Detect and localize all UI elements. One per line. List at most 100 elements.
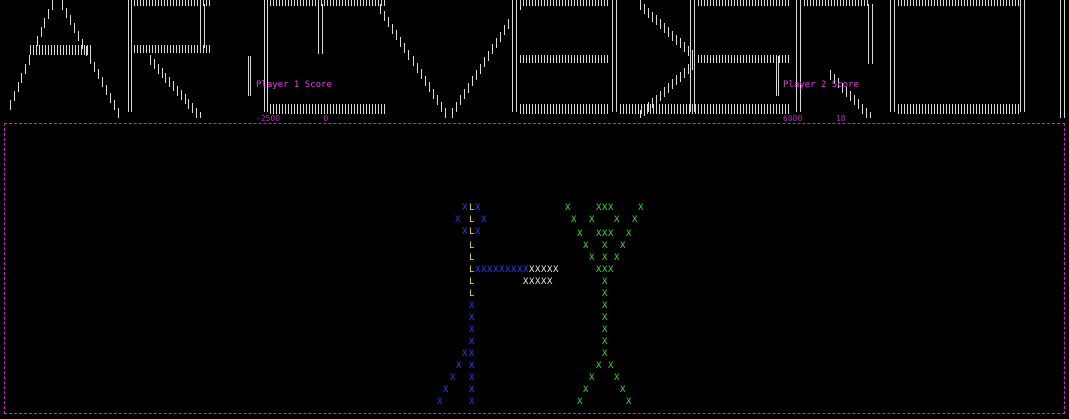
banner-stroke (94, 62, 95, 72)
banner-stroke (773, 55, 774, 63)
banner-stroke (773, 104, 774, 114)
banner-stroke (538, 55, 539, 63)
banner-stroke (725, 104, 726, 114)
banner-stroke (508, 19, 509, 29)
player1-body-glyph: X (469, 337, 475, 347)
banner-stroke (413, 56, 414, 66)
player2-body-glyph: X (620, 385, 626, 395)
banner-stroke (755, 0, 756, 6)
player2-body-glyph: X (602, 265, 608, 275)
banner-stroke (894, 0, 895, 112)
banner-stroke (589, 55, 590, 63)
player1-body-glyph: X (475, 227, 481, 237)
banner-stroke (788, 0, 789, 6)
banner-stroke (441, 102, 442, 112)
banner-stroke (433, 89, 434, 99)
banner-stroke (177, 86, 178, 96)
banner-stroke (740, 55, 741, 63)
banner-stroke (173, 81, 174, 91)
banner-stroke (764, 104, 765, 114)
banner-stroke (601, 0, 602, 6)
player1-body-glyph: X (469, 361, 475, 371)
banner-stroke (852, 0, 853, 6)
player1-body-glyph: X (469, 325, 475, 335)
player2-body-glyph: X (602, 349, 608, 359)
banner-stroke (595, 104, 596, 114)
banner-stroke (294, 0, 295, 6)
banner-stroke (516, 0, 517, 112)
banner-stroke (375, 0, 376, 6)
banner-stroke (592, 104, 593, 114)
title-banner (0, 0, 1069, 118)
banner-stroke (348, 0, 349, 6)
banner-stroke (967, 104, 968, 114)
banner-stroke (949, 104, 950, 114)
banner-stroke (173, 45, 174, 53)
banner-stroke (357, 104, 358, 114)
banner-stroke (644, 104, 645, 114)
player1-weapon-glyph: L (469, 265, 475, 275)
banner-stroke (607, 55, 608, 63)
player2-body-glyph: X (589, 253, 595, 263)
banner-stroke (626, 104, 627, 114)
banner-stroke (297, 0, 298, 6)
player1-body-glyph: X (469, 313, 475, 323)
banner-stroke (955, 0, 956, 6)
banner-stroke (928, 104, 929, 114)
banner-stroke (51, 45, 52, 55)
banner-stroke (695, 104, 696, 114)
banner-stroke (758, 104, 759, 114)
banner-stroke (749, 55, 750, 63)
banner-stroke (25, 64, 26, 74)
banner-stroke (149, 45, 150, 53)
banner-stroke (179, 0, 180, 6)
banner-stroke (728, 104, 729, 114)
banner-stroke (1000, 0, 1001, 6)
banner-stroke (994, 104, 995, 114)
banner-stroke (623, 104, 624, 114)
banner-stroke (737, 55, 738, 63)
banner-stroke (1006, 104, 1007, 114)
banner-stroke (770, 0, 771, 6)
banner-stroke (577, 55, 578, 63)
banner-stroke (919, 104, 920, 114)
banner-stroke (500, 32, 501, 42)
banner-stroke (57, 45, 58, 55)
banner-stroke (688, 46, 689, 56)
banner-stroke (671, 104, 672, 114)
banner-stroke (776, 0, 777, 6)
player1-score-extra: 0 (323, 114, 329, 123)
banner-stroke (592, 55, 593, 63)
banner-stroke (635, 104, 636, 114)
banner-stroke (279, 0, 280, 6)
banner-stroke (150, 55, 151, 65)
banner-stroke (526, 104, 527, 114)
banner-stroke (683, 104, 684, 114)
player1-body-glyph: X (462, 349, 468, 359)
player2-body-glyph: X (638, 203, 644, 213)
banner-stroke (559, 0, 560, 6)
banner-stroke (640, 0, 641, 10)
banner-stroke (488, 51, 489, 61)
banner-stroke (710, 0, 711, 6)
banner-stroke (970, 104, 971, 114)
banner-stroke (191, 45, 192, 53)
banner-stroke (143, 45, 144, 53)
player1-body-glyph: X (475, 265, 481, 275)
banner-stroke (979, 0, 980, 6)
banner-stroke (910, 0, 911, 6)
player1-body-glyph: X (455, 215, 461, 225)
banner-stroke (725, 0, 726, 6)
banner-stroke (728, 55, 729, 63)
banner-stroke (604, 55, 605, 63)
banner-stroke (1018, 0, 1019, 6)
banner-stroke (937, 0, 938, 6)
banner-stroke (523, 55, 524, 63)
banner-stroke (44, 18, 45, 28)
banner-stroke (351, 104, 352, 114)
banner-stroke (306, 0, 307, 6)
banner-stroke (660, 19, 661, 29)
banner-stroke (161, 0, 162, 6)
banner-stroke (598, 0, 599, 6)
banner-stroke (782, 0, 783, 6)
